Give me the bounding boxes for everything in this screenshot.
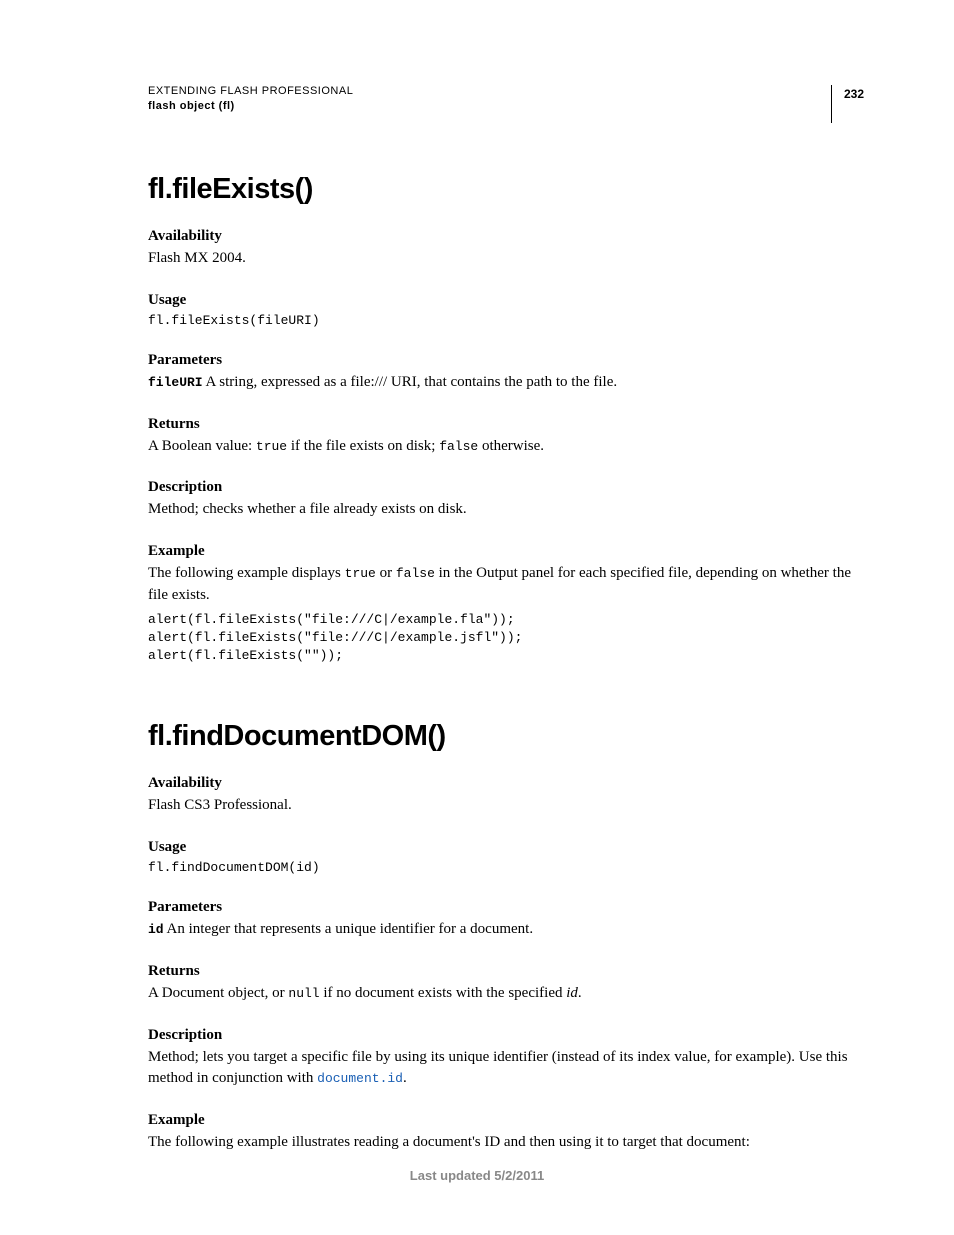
header-left: EXTENDING FLASH PROFESSIONAL flash objec… xyxy=(148,85,353,112)
description-text: Method; checks whether a file already ex… xyxy=(148,499,864,521)
link-document-id[interactable]: document.id xyxy=(317,1071,403,1086)
availability-label: Availability xyxy=(148,228,864,245)
document-page: EXTENDING FLASH PROFESSIONAL flash objec… xyxy=(0,0,954,1235)
returns-text: A Boolean value: true if the file exists… xyxy=(148,436,864,458)
parameters-label: Parameters xyxy=(148,352,864,369)
example-label: Example xyxy=(148,543,864,560)
example-code-block: alert(fl.fileExists("file:///C|/example.… xyxy=(148,611,864,666)
description-label: Description xyxy=(148,479,864,496)
param-desc: A string, expressed as a file:/// URI, t… xyxy=(203,374,618,390)
page-number: 232 xyxy=(831,85,864,123)
returns-text-2: A Document object, or null if no documen… xyxy=(148,983,864,1005)
header-chapter: flash object (fl) xyxy=(148,100,353,112)
parameter-row: fileURI A string, expressed as a file://… xyxy=(148,372,864,394)
returns-label-2: Returns xyxy=(148,963,864,980)
parameter-row-2: id An integer that represents a unique i… xyxy=(148,919,864,941)
usage-label-2: Usage xyxy=(148,839,864,856)
availability-label-2: Availability xyxy=(148,775,864,792)
usage-code-2: fl.findDocumentDOM(id) xyxy=(148,859,864,877)
page-footer: Last updated 5/2/2011 xyxy=(0,1168,954,1183)
param-desc-2: An integer that represents a unique iden… xyxy=(164,921,533,937)
returns-label: Returns xyxy=(148,416,864,433)
example-label-2: Example xyxy=(148,1112,864,1129)
example-text-2: The following example illustrates readin… xyxy=(148,1132,864,1154)
method-title-fileexists: fl.fileExists() xyxy=(148,173,864,206)
availability-text: Flash MX 2004. xyxy=(148,248,864,270)
page-header: EXTENDING FLASH PROFESSIONAL flash objec… xyxy=(148,85,864,123)
description-text-2: Method; lets you target a specific file … xyxy=(148,1047,864,1091)
description-label-2: Description xyxy=(148,1027,864,1044)
param-name: fileURI xyxy=(148,375,203,390)
method-title-finddocumentdom: fl.findDocumentDOM() xyxy=(148,720,864,753)
example-intro: The following example displays true or f… xyxy=(148,563,864,607)
usage-code: fl.fileExists(fileURI) xyxy=(148,312,864,330)
param-name-2: id xyxy=(148,922,164,937)
usage-label: Usage xyxy=(148,292,864,309)
header-book-title: EXTENDING FLASH PROFESSIONAL xyxy=(148,85,353,97)
parameters-label-2: Parameters xyxy=(148,899,864,916)
availability-text-2: Flash CS3 Professional. xyxy=(148,795,864,817)
